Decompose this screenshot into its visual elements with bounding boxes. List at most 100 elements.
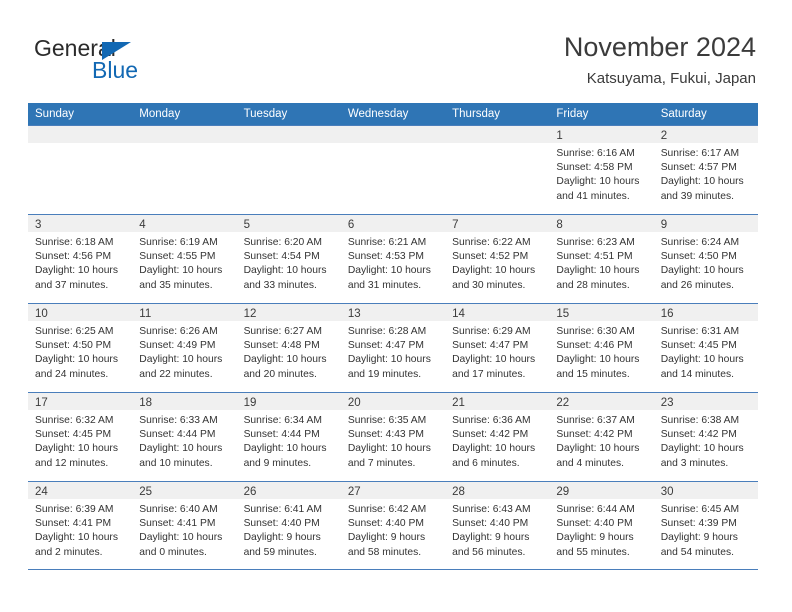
sunrise-text: Sunrise: 6:17 AM xyxy=(660,148,740,159)
sunrise-text: Sunrise: 6:26 AM xyxy=(139,326,218,337)
day-cell[interactable]: 20 Sunrise: 6:35 AM Sunset: 4:43 PM Dayl… xyxy=(340,393,446,481)
day-cell[interactable]: 14 Sunrise: 6:29 AM Sunset: 4:47 PM Dayl… xyxy=(445,304,550,392)
day-number-band: 1 xyxy=(549,126,654,143)
day-cell[interactable]: 17 Sunrise: 6:32 AM Sunset: 4:45 PM Dayl… xyxy=(28,393,133,481)
daylight-text-line2: and 28 minutes. xyxy=(556,279,630,291)
daylight-text-line1: Daylight: 9 hours xyxy=(660,532,738,544)
day-cell[interactable]: 21 Sunrise: 6:36 AM Sunset: 4:42 PM Dayl… xyxy=(445,393,550,481)
general-blue-logo[interactable]: General Blue xyxy=(34,36,244,86)
daylight-text-line1: Daylight: 9 hours xyxy=(556,532,634,544)
day-number-band: 22 xyxy=(549,393,654,410)
day-cell[interactable] xyxy=(236,126,341,214)
day-cell[interactable]: 10 Sunrise: 6:25 AM Sunset: 4:50 PM Dayl… xyxy=(28,304,133,392)
daylight-text-line1: Daylight: 10 hours xyxy=(35,443,118,455)
calendar-week-row: 10 Sunrise: 6:25 AM Sunset: 4:50 PM Dayl… xyxy=(28,303,758,392)
daylight-text-line2: and 2 minutes. xyxy=(35,546,103,558)
day-cell[interactable]: 13 Sunrise: 6:28 AM Sunset: 4:47 PM Dayl… xyxy=(340,304,446,392)
day-cell[interactable] xyxy=(445,126,550,214)
day-details: Sunrise: 6:44 AM Sunset: 4:40 PM Dayligh… xyxy=(549,499,653,560)
daylight-text-line1: Daylight: 10 hours xyxy=(35,265,118,277)
day-cell[interactable]: 26 Sunrise: 6:41 AM Sunset: 4:40 PM Dayl… xyxy=(236,482,341,569)
day-cell[interactable]: 29 Sunrise: 6:44 AM Sunset: 4:40 PM Dayl… xyxy=(549,482,654,569)
day-cell[interactable]: 23 Sunrise: 6:38 AM Sunset: 4:42 PM Dayl… xyxy=(653,393,758,481)
day-number-band: 2 xyxy=(653,126,758,143)
day-number: 3 xyxy=(35,219,42,231)
day-number-band: 28 xyxy=(445,482,550,499)
day-cell[interactable] xyxy=(340,126,446,214)
day-cell[interactable]: 22 Sunrise: 6:37 AM Sunset: 4:42 PM Dayl… xyxy=(549,393,654,481)
day-cell[interactable]: 18 Sunrise: 6:33 AM Sunset: 4:44 PM Dayl… xyxy=(132,393,237,481)
day-number: 14 xyxy=(452,308,465,320)
day-number: 7 xyxy=(452,219,459,231)
daylight-text-line1: Daylight: 10 hours xyxy=(556,176,640,188)
day-details: Sunrise: 6:33 AM Sunset: 4:44 PM Dayligh… xyxy=(132,410,236,471)
sunset-text: Sunset: 4:39 PM xyxy=(660,518,737,530)
sunrise-text: Sunrise: 6:40 AM xyxy=(139,504,218,515)
day-cell[interactable]: 2 Sunrise: 6:17 AM Sunset: 4:57 PM Dayli… xyxy=(653,126,758,214)
day-cell[interactable]: 3 Sunrise: 6:18 AM Sunset: 4:56 PM Dayli… xyxy=(28,215,133,303)
daylight-text-line1: Daylight: 10 hours xyxy=(660,354,744,366)
daylight-text-line1: Daylight: 10 hours xyxy=(660,265,744,277)
sunrise-text: Sunrise: 6:25 AM xyxy=(35,326,114,337)
sunset-text: Sunset: 4:49 PM xyxy=(139,340,216,352)
daylight-text-line2: and 22 minutes. xyxy=(139,368,213,380)
day-number-band: 20 xyxy=(340,393,446,410)
sunset-text: Sunset: 4:56 PM xyxy=(35,251,112,263)
daylight-text-line1: Daylight: 10 hours xyxy=(556,265,640,277)
day-cell[interactable]: 6 Sunrise: 6:21 AM Sunset: 4:53 PM Dayli… xyxy=(340,215,446,303)
day-number: 19 xyxy=(243,397,257,409)
day-details: Sunrise: 6:43 AM Sunset: 4:40 PM Dayligh… xyxy=(445,499,549,560)
sunset-text: Sunset: 4:44 PM xyxy=(139,429,216,441)
calendar-page: General Blue November 2024 Katsuyama, Fu… xyxy=(0,0,792,612)
day-cell[interactable]: 30 Sunrise: 6:45 AM Sunset: 4:39 PM Dayl… xyxy=(653,482,758,569)
day-cell[interactable]: 9 Sunrise: 6:24 AM Sunset: 4:50 PM Dayli… xyxy=(653,215,758,303)
day-cell[interactable]: 4 Sunrise: 6:19 AM Sunset: 4:55 PM Dayli… xyxy=(132,215,237,303)
sunset-text: Sunset: 4:40 PM xyxy=(243,518,320,530)
day-details xyxy=(132,143,236,147)
day-cell[interactable]: 12 Sunrise: 6:27 AM Sunset: 4:48 PM Dayl… xyxy=(236,304,341,392)
daylight-text-line1: Daylight: 10 hours xyxy=(556,443,640,455)
day-details: Sunrise: 6:17 AM Sunset: 4:57 PM Dayligh… xyxy=(654,143,758,204)
day-cell[interactable]: 24 Sunrise: 6:39 AM Sunset: 4:41 PM Dayl… xyxy=(28,482,133,569)
daylight-text-line1: Daylight: 10 hours xyxy=(139,443,223,455)
day-cell[interactable]: 19 Sunrise: 6:34 AM Sunset: 4:44 PM Dayl… xyxy=(236,393,341,481)
sunrise-text: Sunrise: 6:42 AM xyxy=(347,504,427,515)
day-number: 18 xyxy=(139,397,153,409)
sunset-text: Sunset: 4:40 PM xyxy=(556,518,633,530)
daylight-text-line1: Daylight: 10 hours xyxy=(452,443,536,455)
calendar-week-row: 3 Sunrise: 6:18 AM Sunset: 4:56 PM Dayli… xyxy=(28,214,758,303)
day-number-band: 9 xyxy=(653,215,758,232)
day-cell[interactable]: 1 Sunrise: 6:16 AM Sunset: 4:58 PM Dayli… xyxy=(549,126,654,214)
sunset-text: Sunset: 4:46 PM xyxy=(556,340,633,352)
day-cell[interactable]: 5 Sunrise: 6:20 AM Sunset: 4:54 PM Dayli… xyxy=(236,215,341,303)
sunset-text: Sunset: 4:45 PM xyxy=(35,429,112,441)
day-details: Sunrise: 6:41 AM Sunset: 4:40 PM Dayligh… xyxy=(237,499,341,560)
day-cell[interactable]: 28 Sunrise: 6:43 AM Sunset: 4:40 PM Dayl… xyxy=(445,482,550,569)
day-number: 27 xyxy=(347,486,361,498)
day-cell[interactable]: 11 Sunrise: 6:26 AM Sunset: 4:49 PM Dayl… xyxy=(132,304,237,392)
day-number-band: 13 xyxy=(340,304,446,321)
day-number-band xyxy=(28,126,133,143)
day-cell[interactable] xyxy=(132,126,237,214)
day-number-band: 29 xyxy=(549,482,654,499)
day-cell[interactable]: 15 Sunrise: 6:30 AM Sunset: 4:46 PM Dayl… xyxy=(549,304,654,392)
day-details: Sunrise: 6:39 AM Sunset: 4:41 PM Dayligh… xyxy=(28,499,132,560)
day-number: 16 xyxy=(660,308,674,320)
sunrise-text: Sunrise: 6:20 AM xyxy=(243,237,322,248)
day-cell[interactable]: 7 Sunrise: 6:22 AM Sunset: 4:52 PM Dayli… xyxy=(445,215,550,303)
day-cell[interactable]: 8 Sunrise: 6:23 AM Sunset: 4:51 PM Dayli… xyxy=(549,215,654,303)
page-header: General Blue November 2024 Katsuyama, Fu… xyxy=(0,0,792,100)
day-number: 4 xyxy=(139,219,146,231)
sunrise-text: Sunrise: 6:43 AM xyxy=(452,504,531,515)
day-details: Sunrise: 6:16 AM Sunset: 4:58 PM Dayligh… xyxy=(549,143,653,204)
day-number-band xyxy=(132,126,237,143)
day-number: 13 xyxy=(347,308,361,320)
daylight-text-line1: Daylight: 10 hours xyxy=(347,265,431,277)
day-cell[interactable]: 27 Sunrise: 6:42 AM Sunset: 4:40 PM Dayl… xyxy=(340,482,446,569)
day-cell[interactable] xyxy=(28,126,133,214)
day-cell[interactable]: 16 Sunrise: 6:31 AM Sunset: 4:45 PM Dayl… xyxy=(653,304,758,392)
day-number-band: 5 xyxy=(236,215,341,232)
day-cell[interactable]: 25 Sunrise: 6:40 AM Sunset: 4:41 PM Dayl… xyxy=(132,482,237,569)
day-number-band: 6 xyxy=(340,215,446,232)
day-number: 12 xyxy=(243,308,257,320)
